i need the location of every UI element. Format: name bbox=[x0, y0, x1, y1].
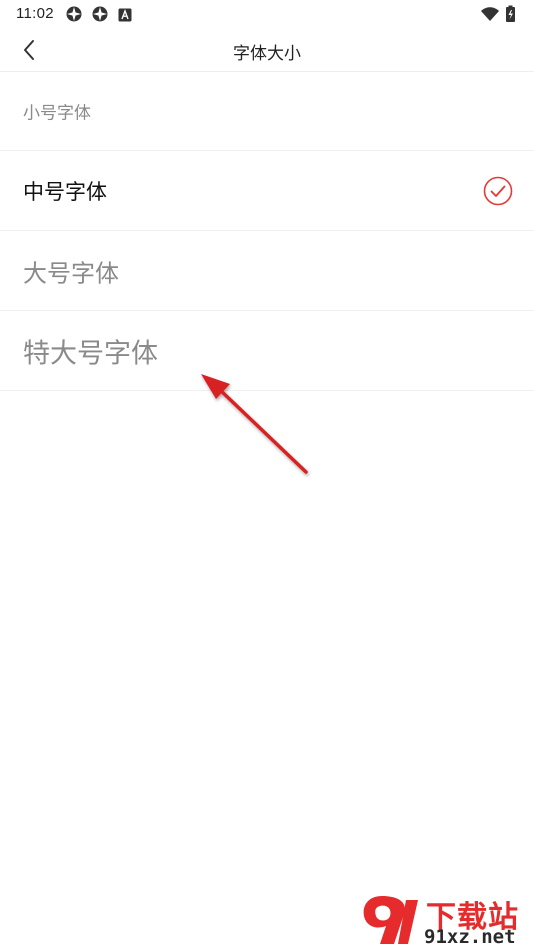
status-time: 11:02 bbox=[16, 5, 54, 22]
option-medium-font[interactable]: 中号字体 bbox=[0, 151, 534, 231]
watermark: 下载站 91xz.net bbox=[360, 892, 532, 948]
option-label: 特大号字体 bbox=[23, 338, 158, 369]
option-label: 中号字体 bbox=[23, 179, 107, 204]
option-label: 小号字体 bbox=[23, 103, 91, 124]
app-icon bbox=[66, 6, 82, 22]
status-right bbox=[480, 5, 520, 23]
option-large-font[interactable]: 大号字体 bbox=[0, 231, 534, 311]
option-small-font[interactable]: 小号字体 bbox=[0, 72, 534, 151]
nav-bar: 字体大小 bbox=[0, 28, 534, 72]
battery-icon bbox=[506, 5, 515, 22]
option-label: 大号字体 bbox=[23, 259, 119, 287]
font-size-options: 小号字体 中号字体 大号字体 特大号字体 bbox=[0, 72, 534, 391]
wifi-icon bbox=[481, 7, 499, 21]
watermark-url: 91xz.net bbox=[424, 926, 516, 948]
notification-a-icon bbox=[118, 7, 132, 22]
watermark-logo bbox=[363, 896, 418, 944]
check-circle-icon bbox=[483, 176, 513, 206]
page-title: 字体大小 bbox=[233, 44, 301, 64]
status-bar: 11:02 bbox=[0, 0, 534, 28]
option-xlarge-font[interactable]: 特大号字体 bbox=[0, 311, 534, 391]
app-icon bbox=[92, 6, 108, 22]
